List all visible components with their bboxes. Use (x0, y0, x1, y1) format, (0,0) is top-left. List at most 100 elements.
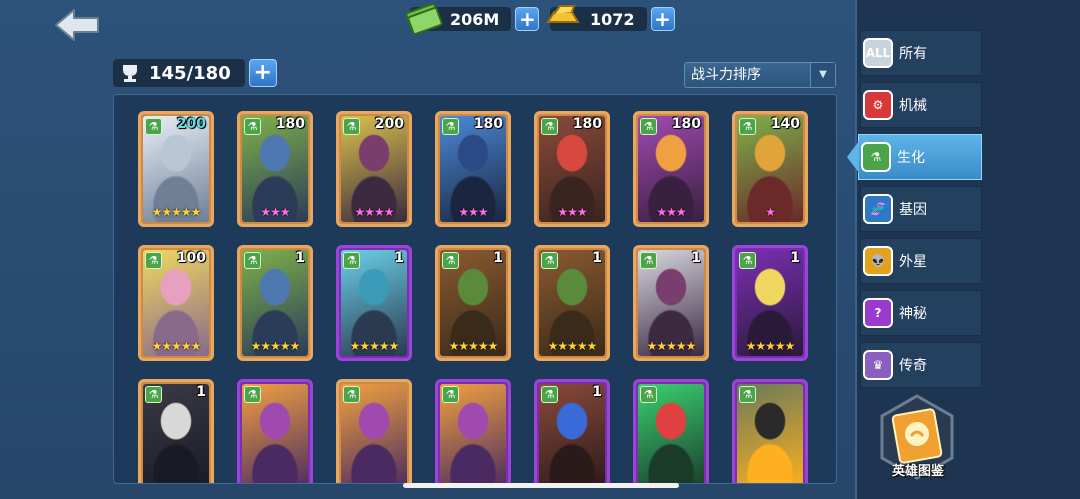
cash-resource: 206M + (405, 2, 540, 34)
biochem-icon: ⚗ (861, 142, 891, 172)
biochem-type-icon: ⚗ (442, 118, 459, 135)
hero-stars: ★★★★★ (349, 339, 400, 353)
hero-level: 180 (671, 116, 701, 132)
add-cash-button[interactable]: + (515, 7, 540, 31)
hero-card[interactable]: ⚗ 1 ★★★★★ (534, 245, 610, 361)
hero-card[interactable]: ⚗ 1 (138, 379, 214, 483)
hero-level: 140 (770, 116, 800, 132)
hero-card[interactable]: ⚗ 180 ★★★ (237, 111, 313, 227)
biochem-type-icon: ⚗ (739, 252, 756, 269)
filter-gene[interactable]: 🧬 基因 (860, 186, 982, 232)
chevron-down-icon: ▼ (810, 63, 835, 87)
hero-card[interactable]: ⚗ (237, 379, 313, 483)
hero-stars: ★★★★ (354, 205, 394, 219)
gold-bar-icon (546, 5, 580, 23)
mechanical-icon: ⚙ (863, 90, 893, 120)
hero-card[interactable]: ⚗ 1 ★★★★★ (336, 245, 412, 361)
filter-label: 传奇 (899, 358, 927, 374)
hero-card[interactable]: ⚗ 200 ★★★★ (336, 111, 412, 227)
hero-card[interactable]: ⚗ (633, 379, 709, 483)
hero-level: 1 (493, 250, 503, 266)
biochem-type-icon: ⚗ (640, 252, 657, 269)
biochem-type-icon: ⚗ (640, 386, 657, 403)
hero-card[interactable]: ⚗ 180 ★★★ (534, 111, 610, 227)
hero-level: 1 (394, 250, 404, 266)
filter-label: 神秘 (899, 306, 927, 322)
filter-label: 外星 (899, 254, 927, 270)
filter-mechanical[interactable]: ⚙ 机械 (860, 82, 982, 128)
biochem-type-icon: ⚗ (244, 386, 261, 403)
expand-capacity-button[interactable]: + (248, 59, 277, 87)
hero-card[interactable]: ⚗ 140 ★ (732, 111, 808, 227)
biochem-type-icon: ⚗ (244, 118, 261, 135)
hero-level: 180 (572, 116, 602, 132)
biochem-type-icon: ⚗ (541, 118, 558, 135)
filter-biochem[interactable]: ⚗ 生化 (847, 134, 982, 180)
hero-level: 180 (275, 116, 305, 132)
biochem-type-icon: ⚗ (640, 118, 657, 135)
filter-label: 机械 (899, 98, 927, 114)
hero-stars: ★★★★★ (547, 339, 598, 353)
mystery-icon: ? (863, 298, 893, 328)
hero-card[interactable]: ⚗ 1 ★★★★★ (435, 245, 511, 361)
hero-card[interactable]: ⚗ 180 ★★★ (435, 111, 511, 227)
sort-dropdown[interactable]: 战斗力排序 ▼ (684, 62, 836, 88)
hero-level: 180 (473, 116, 503, 132)
biochem-type-icon: ⚗ (442, 386, 459, 403)
sort-label: 战斗力排序 (691, 67, 761, 83)
hero-level: 1 (196, 384, 206, 400)
hero-card[interactable]: ⚗ (336, 379, 412, 483)
hero-card[interactable]: ⚗ 1 ★★★★★ (237, 245, 313, 361)
biochem-type-icon: ⚗ (343, 386, 360, 403)
filter-all[interactable]: ALL 所有 (860, 30, 982, 76)
back-arrow-icon[interactable] (52, 6, 102, 44)
filter-label: 所有 (899, 46, 927, 62)
hero-stars: ★★★ (260, 205, 290, 219)
gold-amount: 1072 (590, 9, 635, 29)
biochem-type-icon: ⚗ (541, 386, 558, 403)
legend-icon: ♛ (863, 350, 893, 380)
hero-level: 1 (592, 384, 602, 400)
hero-card[interactable]: ⚗ 200 ★★★★★ (138, 111, 214, 227)
hero-level: 100 (176, 250, 206, 266)
filter-mystery[interactable]: ? 神秘 (860, 290, 982, 336)
hero-level: 1 (790, 250, 800, 266)
add-gold-button[interactable]: + (650, 7, 675, 31)
hero-card[interactable]: ⚗ (435, 379, 511, 483)
hero-card[interactable]: ⚗ 1 ★★★★★ (732, 245, 808, 361)
filter-label: 基因 (899, 202, 927, 218)
hero-stars: ★★★★★ (250, 339, 301, 353)
hero-stars: ★★★ (557, 205, 587, 219)
biochem-type-icon: ⚗ (343, 252, 360, 269)
filter-legend[interactable]: ♛ 传奇 (860, 342, 982, 388)
hero-level: 1 (295, 250, 305, 266)
alien-icon: 👽 (863, 246, 893, 276)
hero-card[interactable]: ⚗ 180 ★★★ (633, 111, 709, 227)
home-indicator[interactable] (403, 483, 679, 488)
hero-stars: ★★★★★ (151, 339, 202, 353)
biochem-type-icon: ⚗ (541, 252, 558, 269)
biochem-type-icon: ⚗ (442, 252, 459, 269)
biochem-type-icon: ⚗ (739, 386, 756, 403)
biochem-type-icon: ⚗ (739, 118, 756, 135)
hero-level: 1 (592, 250, 602, 266)
hero-stars: ★★★★★ (448, 339, 499, 353)
hero-capacity: 145/180 + (113, 58, 277, 88)
trophy-icon (123, 65, 137, 82)
biochem-type-icon: ⚗ (343, 118, 360, 135)
gene-icon: 🧬 (863, 194, 893, 224)
hero-level: 200 (374, 116, 404, 132)
hero-card[interactable]: ⚗ 100 ★★★★★ (138, 245, 214, 361)
filter-alien[interactable]: 👽 外星 (860, 238, 982, 284)
gold-resource: 1072 + (546, 5, 675, 32)
hero-stars: ★★★★★ (646, 339, 697, 353)
hero-level: 200 (176, 116, 206, 132)
cash-amount: 206M (450, 9, 500, 29)
hero-card[interactable]: ⚗ (732, 379, 808, 483)
capacity-value: 145/180 (149, 62, 231, 84)
hero-card[interactable]: ⚗ 1 (534, 379, 610, 483)
filter-label: 生化 (897, 150, 925, 166)
all-icon: ALL (863, 38, 893, 68)
biochem-type-icon: ⚗ (244, 252, 261, 269)
hero-card[interactable]: ⚗ 1 ★★★★★ (633, 245, 709, 361)
